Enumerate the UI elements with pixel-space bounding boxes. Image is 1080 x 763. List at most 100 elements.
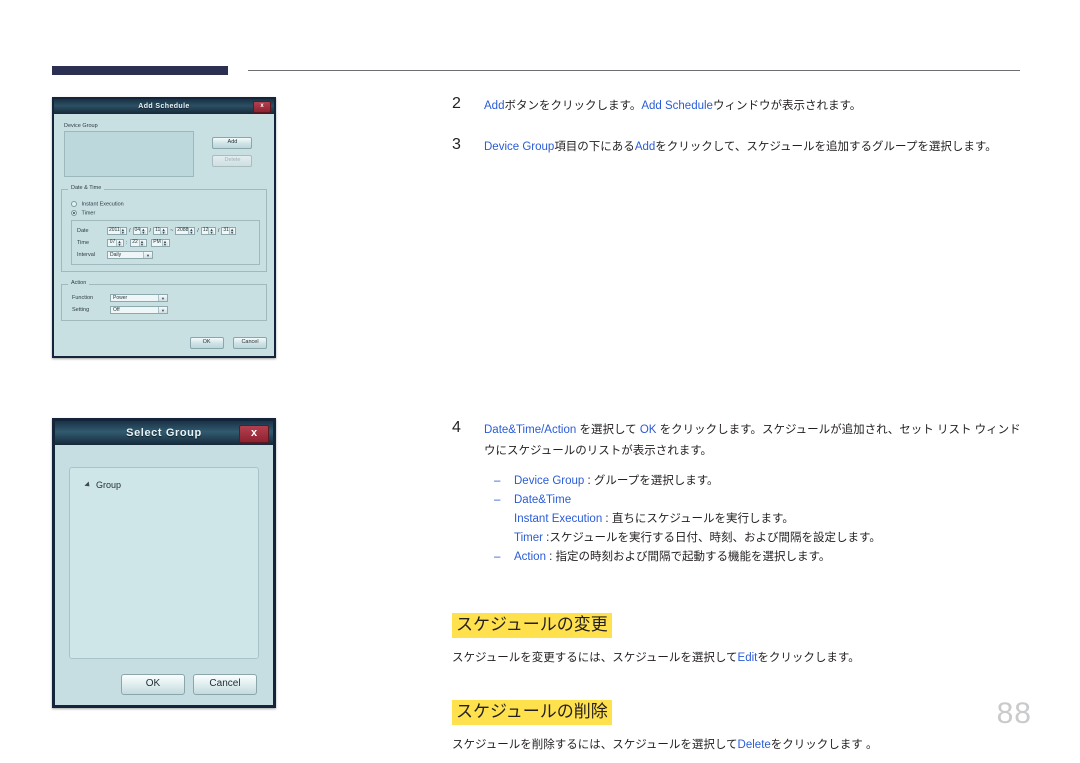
setting-dropdown[interactable]: Off ▼ [110, 305, 168, 314]
timer-radio-row[interactable]: Timer [71, 210, 260, 217]
inline-keyword: Add Schedule [641, 100, 713, 112]
device-group-delete-button[interactable]: Delete [212, 155, 253, 167]
select-group-footer: OK Cancel [121, 674, 257, 695]
device-group-listbox[interactable] [64, 131, 194, 177]
inline-text: ウィンドウが表示されます。 [712, 100, 862, 112]
inline-text: 項目の下にある [554, 141, 635, 153]
add-schedule-titlebar: Add Schedule x [54, 99, 274, 114]
tree-expander-icon[interactable] [84, 481, 92, 489]
dash-bullet-icon: – [494, 475, 501, 487]
step-3: 3 Device Group項目の下にあるAddをクリックして、スケジュールを追加… [452, 136, 1024, 158]
add-schedule-title: Add Schedule [138, 103, 190, 110]
function-row: Function Power ▼ [68, 293, 260, 302]
add-schedule-dialog: Add Schedule x Device Group Add Delete D… [52, 97, 276, 358]
inline-keyword: Date&Time [514, 494, 572, 506]
dash-bullet-icon: – [494, 551, 501, 563]
section-body: スケジュールを変更するには、スケジュールを選択してEditをクリックします。 [452, 648, 1024, 668]
inline-text: をクリックして、スケジュールを追加するグループを選択します。 [655, 141, 997, 153]
inline-keyword: Edit [737, 652, 758, 664]
inline-text: : 直ちにスケジュールを実行します。 [602, 513, 794, 525]
step-number: 3 [452, 136, 461, 153]
action-group: Action Function Power ▼ Setting Off ▼ [61, 279, 267, 321]
inline-text: をクリックします。 [757, 652, 860, 664]
section-heading: スケジュールの削除 [452, 700, 612, 725]
function-field-label: Function [72, 294, 94, 301]
inline-keyword: Date&Time/Action [484, 424, 580, 436]
header-accent-bar [52, 66, 228, 75]
date-to-month-spinner[interactable]: 12 ▲ ▼ [200, 226, 216, 235]
step-2: 2 Addボタンをクリックします。Add Scheduleウィンドウが表示されます… [452, 95, 1024, 117]
add-schedule-ok-button[interactable]: OK [189, 337, 224, 349]
step-sub-list: – Device Group : グループを選択します。 – Date&Time Ins… [484, 472, 1024, 567]
interval-dropdown[interactable]: Daily ▼ [107, 250, 153, 259]
inline-text: : 指定の時刻および間隔で起動する機能を選択します。 [545, 551, 831, 563]
device-group-add-button[interactable]: Add [212, 137, 253, 149]
step-text: Device Group項目の下にあるAddをクリックして、スケジュールを追加す… [484, 141, 997, 153]
time-hour-spinner[interactable]: 07 ▲ ▼ [107, 238, 124, 247]
date-to-day-spinner[interactable]: 31 ▲ ▼ [221, 226, 237, 235]
inline-keyword: OK [639, 424, 657, 436]
step-4: 4 Date&Time/Action を選択して OK をクリックします。スケジュ… [452, 419, 1024, 567]
inline-text: スケジュールを変更するには、スケジュールを選択して [452, 652, 738, 664]
date-field-label: Date [77, 227, 89, 234]
chevron-down-icon[interactable]: ▼ [143, 251, 152, 258]
time-ampm-spinner[interactable]: PM ▲ ▼ [150, 238, 170, 247]
instant-execution-label: Instant Execution [81, 201, 124, 208]
chevron-down-icon[interactable]: ▼ [158, 306, 167, 313]
chevron-down-icon[interactable]: ▼ [158, 294, 167, 301]
inline-keyword: Delete [737, 739, 771, 751]
instruction-content: 2 Addボタンをクリックします。Add Scheduleウィンドウが表示されます… [452, 95, 1024, 761]
radio-icon-instant-execution[interactable] [71, 201, 77, 207]
step-number: 2 [452, 95, 461, 112]
date-time-group: Date & Time Instant Execution Timer Date… [61, 185, 267, 272]
select-group-body: Group OK Cancel [55, 445, 273, 705]
time-row: Time 07 ▲ ▼ : 22 ▲ ▼ PM ▲ ▼ [77, 238, 254, 247]
dash-bullet-icon: – [494, 494, 501, 506]
inline-keyword: Add [634, 141, 656, 153]
select-group-cancel-button[interactable]: Cancel [193, 674, 257, 695]
interval-row: Interval Daily ▼ [77, 250, 254, 259]
date-to-year-spinner[interactable]: 2088 ▲ ▼ [175, 226, 196, 235]
radio-icon-timer[interactable] [71, 210, 77, 217]
inline-keyword: Device Group [514, 475, 585, 487]
instant-execution-radio-row[interactable]: Instant Execution [71, 201, 260, 207]
time-field-label: Time [77, 239, 90, 246]
inline-keyword: Action [514, 551, 546, 563]
time-minute-spinner[interactable]: 22 ▲ ▼ [129, 238, 147, 247]
inline-text: を選択して [579, 424, 640, 436]
date-from-day-spinner[interactable]: 11 ▲ ▼ [153, 226, 169, 235]
inline-text: :スケジュールを実行する日付、時刻、および間隔を設定します。 [542, 532, 881, 544]
tree-item-group[interactable]: Group [84, 480, 258, 490]
sub-list-item: Instant Execution : 直ちにスケジュールを実行します。 [484, 510, 1024, 529]
sub-list-item: Timer :スケジュールを実行する日付、時刻、および間隔を設定します。 [484, 529, 1024, 548]
add-schedule-cancel-button[interactable]: Cancel [233, 337, 267, 349]
inline-keyword: Device Group [484, 141, 555, 153]
close-icon[interactable]: x [253, 101, 271, 113]
step-text: Addボタンをクリックします。Add Scheduleウィンドウが表示されます。 [484, 100, 861, 112]
device-group-buttons: Add Delete [212, 131, 253, 173]
inline-keyword: Timer [514, 532, 543, 544]
close-icon[interactable]: x [239, 425, 269, 443]
sections-list: スケジュールの変更 スケジュールを変更するには、スケジュールを選択してEditをク… [452, 587, 1024, 755]
section-body: スケジュールを削除するには、スケジュールを選択してDeleteをクリックします … [452, 735, 1024, 755]
date-row: Date 2011 ▲ ▼ / 04 ▲ ▼ / 11 ▲ ▼ ~ 2088 ▲ ▼ / 12 ▲… [77, 226, 254, 235]
step-number: 4 [452, 419, 461, 436]
inline-text: をクリックします 。 [770, 739, 878, 751]
select-group-ok-button[interactable]: OK [121, 674, 185, 695]
inline-keyword: Instant Execution [514, 513, 603, 525]
select-group-dialog: Select Group x Group OK Cancel [52, 418, 276, 708]
group-tree-panel[interactable]: Group [69, 467, 259, 659]
function-dropdown[interactable]: Power ▼ [110, 293, 168, 302]
date-from-year-spinner[interactable]: 2011 ▲ ▼ [107, 226, 127, 235]
sub-list-item: – Date&Time [484, 491, 1024, 510]
tree-item-label: Group [96, 480, 122, 490]
inline-text: ボタンをクリックします。 [504, 100, 642, 112]
action-group-label: Action [68, 279, 90, 286]
inline-text: スケジュールを削除するには、スケジュールを選択して [452, 739, 738, 751]
header-divider-rule [248, 70, 1020, 71]
inline-text: : グループを選択します。 [584, 475, 719, 487]
date-from-month-spinner[interactable]: 04 ▲ ▼ [132, 226, 148, 235]
date-range-separator: ~ [170, 227, 174, 234]
section-heading: スケジュールの変更 [452, 613, 612, 638]
steps-list: 2 Addボタンをクリックします。Add Scheduleウィンドウが表示されます… [452, 95, 1024, 567]
